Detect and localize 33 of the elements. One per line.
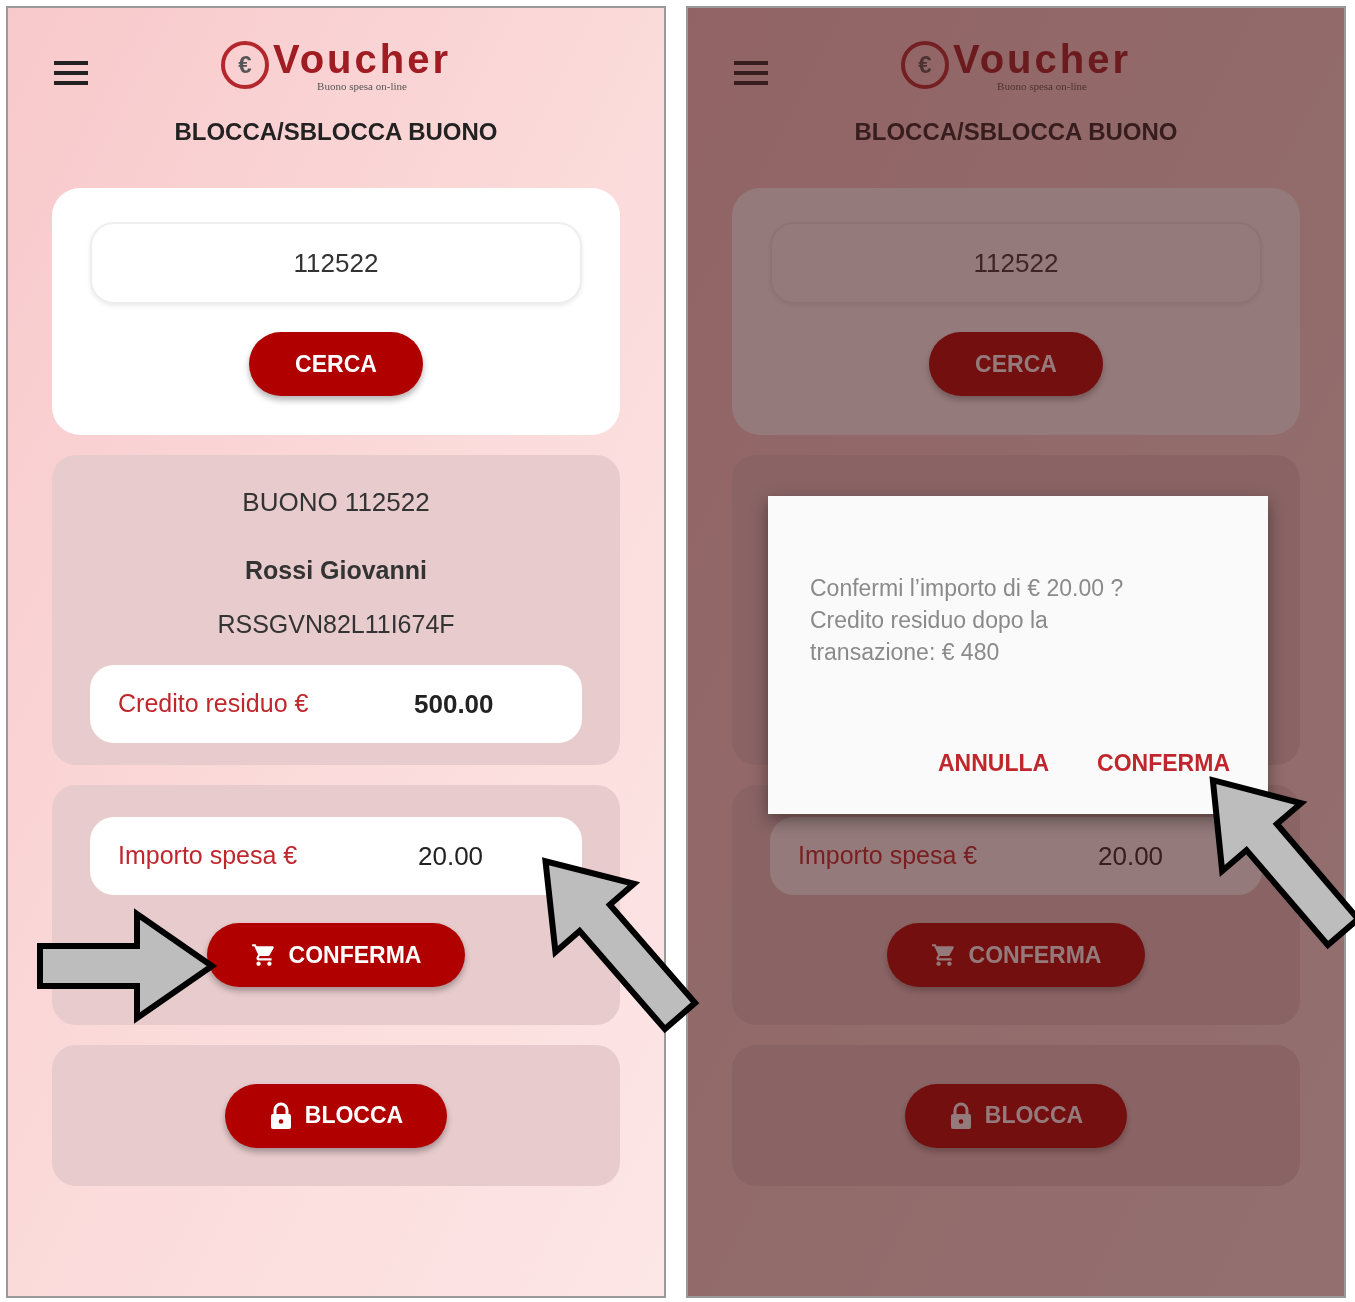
logo-tagline: Buono spesa on-line <box>317 80 407 92</box>
dialog-message: Confermi l’importo di € 20.00 ? Credito residuo dopo la transazione: € 480 <box>810 574 1125 667</box>
logo-text: Voucher <box>272 38 452 80</box>
credit-value: 500.00 <box>414 687 494 721</box>
logo-tagline: Buono spesa on-line <box>997 80 1087 92</box>
lock-icon <box>948 1101 973 1130</box>
cart-icon <box>250 942 277 968</box>
dialog-button[interactable]: ANNULLA <box>937 745 1050 780</box>
logo-euro-mark: € <box>220 41 269 89</box>
lock-button[interactable]: BLOCCA <box>904 1083 1128 1148</box>
logo-euro-mark: € <box>900 41 949 89</box>
page-title: BLOCCA/SBLOCCA BUONO <box>854 117 1178 147</box>
spend-label: Importo spesa € <box>798 840 979 872</box>
search-field[interactable]: 112522 <box>770 222 1262 304</box>
search-button[interactable]: CERCA <box>929 332 1103 396</box>
logo-text: Voucher <box>952 38 1132 80</box>
page-title: BLOCCA/SBLOCCA BUONO <box>174 117 498 147</box>
search-field[interactable]: 112522 <box>90 222 582 304</box>
search-button[interactable]: CERCA <box>249 332 423 396</box>
menu-icon[interactable] <box>54 60 88 86</box>
spend-value[interactable]: 20.00 <box>418 836 484 876</box>
credit-label: Credito residuo € <box>118 688 310 720</box>
voucher-title: BUONO 112522 <box>242 486 430 519</box>
confirm-button[interactable]: CONFERMA <box>206 923 466 987</box>
holder-name: Rossi Giovanni <box>245 555 427 586</box>
spend-value[interactable]: 20.00 <box>1098 836 1164 876</box>
cart-icon <box>930 942 957 968</box>
tax-code: RSSGVN82L11I674F <box>217 608 455 640</box>
lock-icon <box>268 1101 293 1130</box>
dialog-button[interactable]: CONFERMA <box>1097 745 1230 780</box>
spend-label: Importo spesa € <box>118 840 299 872</box>
confirm-button[interactable]: CONFERMA <box>886 923 1146 987</box>
lock-button[interactable]: BLOCCA <box>224 1083 448 1148</box>
